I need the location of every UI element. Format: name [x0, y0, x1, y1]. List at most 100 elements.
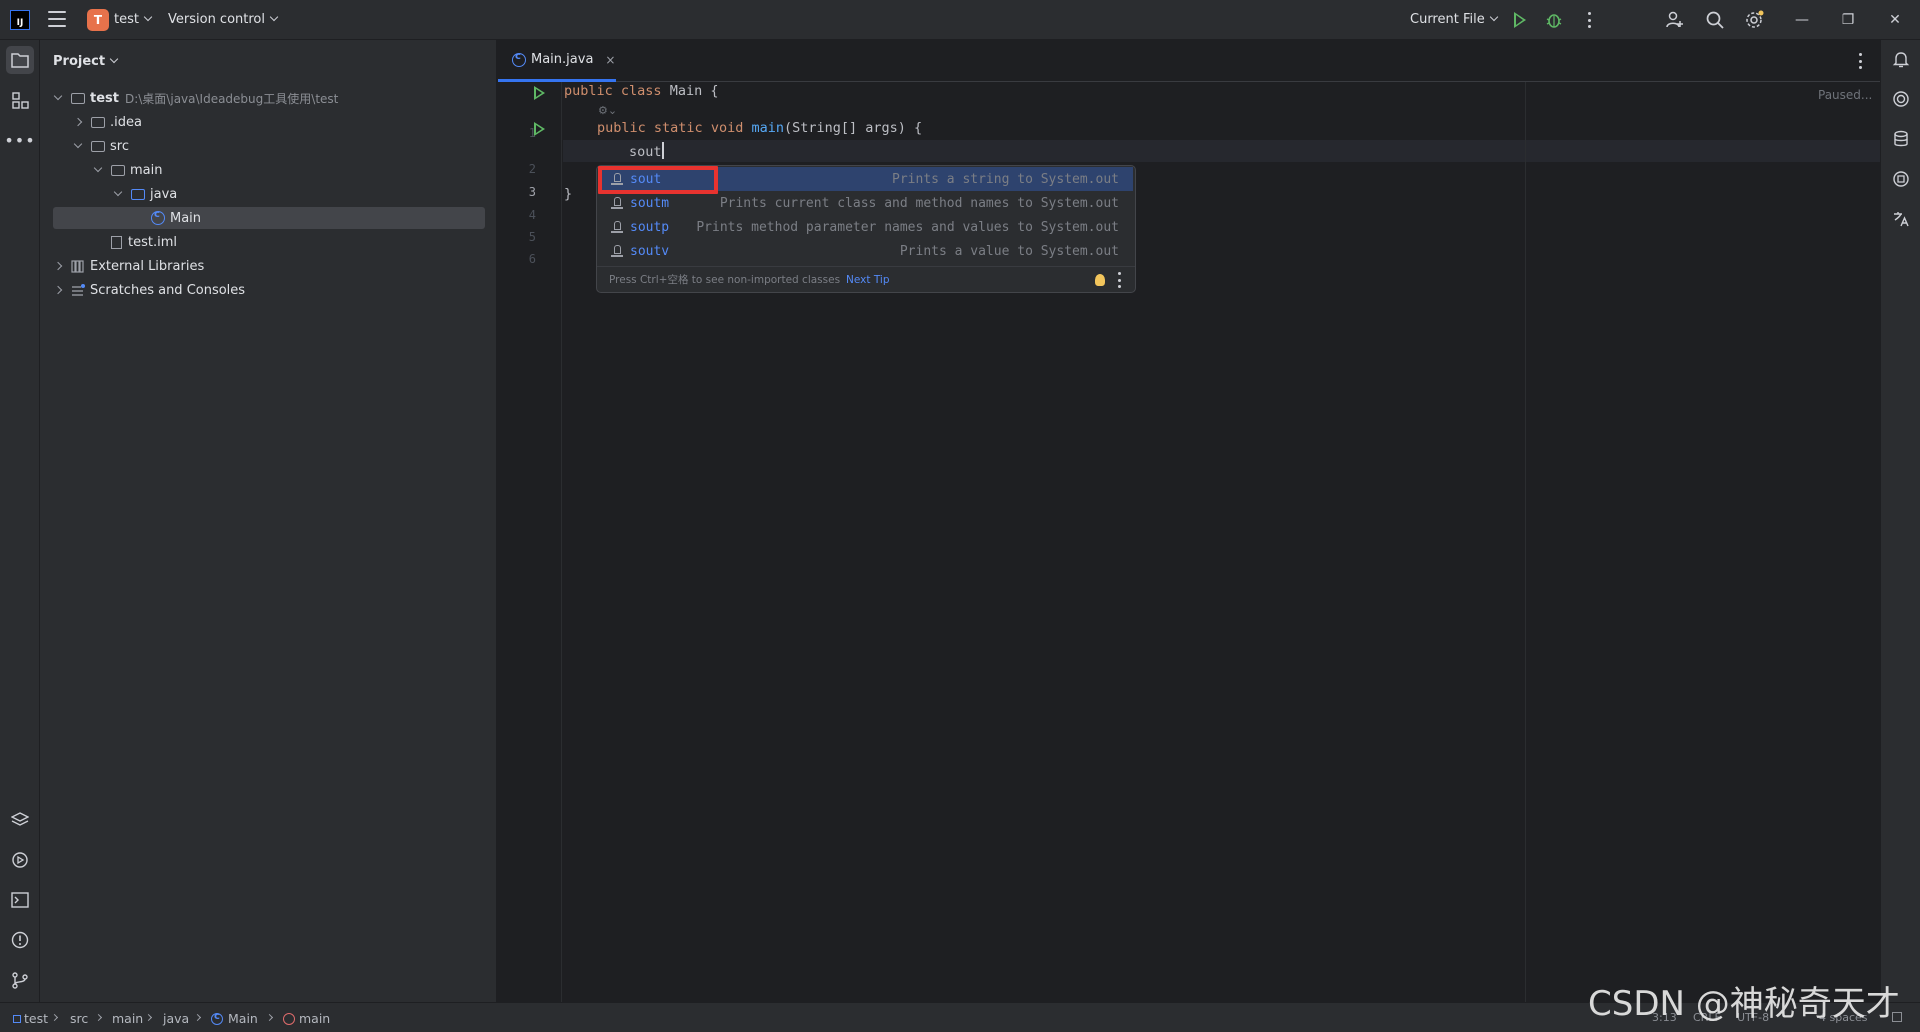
- tree-item-label: .idea: [110, 114, 142, 130]
- breadcrumb-main-class[interactable]: Main: [211, 1011, 258, 1026]
- plugin-icon[interactable]: [1892, 170, 1910, 188]
- lightbulb-icon[interactable]: [1095, 274, 1105, 286]
- ai-assistant-icon[interactable]: [1892, 90, 1910, 108]
- java-class-icon: [151, 209, 165, 225]
- run-icon[interactable]: [1514, 12, 1526, 28]
- tab-options-icon[interactable]: [1858, 53, 1862, 69]
- completion-description: Prints current class and method names to…: [719, 195, 1119, 211]
- tree-item-idea[interactable]: .idea: [73, 111, 142, 133]
- editor-tab-bar: Main.java ×: [498, 40, 1880, 82]
- git-tool-button[interactable]: [6, 966, 34, 994]
- expand-arrow-icon: [93, 163, 103, 173]
- settings-gear-icon[interactable]: [1744, 10, 1764, 30]
- breadcrumb-label: main: [299, 1011, 331, 1026]
- chevron-down-icon: [109, 54, 119, 64]
- notifications-bell-icon[interactable]: [1892, 50, 1910, 68]
- tree-item-external-libraries[interactable]: External Libraries: [53, 255, 205, 277]
- breadcrumb-main[interactable]: main: [112, 1011, 143, 1026]
- main-menu-icon[interactable]: [48, 11, 66, 27]
- java-class-icon: [512, 51, 526, 67]
- project-tool-button[interactable]: [6, 46, 34, 74]
- breadcrumb-label: Main: [228, 1011, 258, 1026]
- tree-item-label: External Libraries: [90, 258, 205, 274]
- breadcrumb-main-method[interactable]: main: [283, 1011, 330, 1026]
- search-icon[interactable]: [1705, 10, 1725, 30]
- method-name: main: [751, 120, 785, 136]
- live-template-icon: [611, 245, 623, 257]
- run-config-selector[interactable]: Current File: [1410, 12, 1498, 27]
- code-line-5[interactable]: }: [564, 186, 572, 202]
- tree-item-java[interactable]: java: [113, 183, 178, 205]
- tree-item-main[interactable]: main: [93, 159, 162, 181]
- breadcrumb-java[interactable]: java: [163, 1011, 189, 1026]
- translate-icon[interactable]: [1892, 210, 1910, 228]
- services-tool-button[interactable]: [6, 846, 34, 874]
- more-tools-button[interactable]: •••: [4, 126, 34, 154]
- tree-item-scratches[interactable]: Scratches and Consoles: [53, 279, 245, 301]
- add-user-icon[interactable]: [1665, 10, 1685, 30]
- gutter-run-class-icon[interactable]: [534, 86, 545, 100]
- code-line-1[interactable]: public class Main {: [564, 83, 718, 99]
- folder-icon: [91, 116, 105, 128]
- folder-icon: [111, 164, 125, 176]
- tab-main-java[interactable]: Main.java ×: [498, 40, 616, 82]
- inlay-hint[interactable]: ⚙⌄: [598, 104, 617, 117]
- restore-icon[interactable]: ❐: [1838, 10, 1858, 30]
- editor-gutter: 1 2 3 4 5 6: [498, 82, 562, 1002]
- tree-item-label: java: [150, 186, 178, 202]
- database-icon[interactable]: [1892, 130, 1910, 148]
- tree-item-src[interactable]: src: [73, 135, 129, 157]
- close-window-icon[interactable]: ✕: [1885, 10, 1905, 30]
- gutter-run-main-icon[interactable]: [534, 122, 545, 136]
- project-switcher[interactable]: test: [114, 12, 153, 27]
- completion-name: soutv: [630, 243, 670, 259]
- tree-item-label: src: [110, 138, 129, 154]
- git-branch-icon: [12, 972, 28, 989]
- completion-options-icon[interactable]: [1117, 272, 1121, 288]
- tree-item-test-root[interactable]: test D:\桌面\java\Ideadebug工具使用\test: [53, 87, 338, 109]
- live-template-icon: [611, 197, 623, 209]
- more-actions-icon[interactable]: [1587, 12, 1591, 28]
- debug-icon[interactable]: [1546, 11, 1562, 29]
- breadcrumb-test[interactable]: test: [13, 1011, 48, 1026]
- code-text: (String[] args) {: [784, 120, 923, 136]
- project-name: test: [114, 12, 139, 27]
- structure-tool-button[interactable]: [6, 86, 34, 114]
- keyword: void: [710, 120, 744, 136]
- watermark: CSDN @神秘奇天才: [1588, 984, 1900, 1024]
- completion-item[interactable]: soutp Prints method parameter names and …: [599, 215, 1133, 239]
- breadcrumb-src[interactable]: src: [70, 1011, 88, 1026]
- tab-close-icon[interactable]: ×: [605, 53, 615, 67]
- chevron-down-icon: [143, 12, 153, 22]
- code-line-3[interactable]: sout: [629, 142, 664, 160]
- collapse-arrow-icon: [53, 261, 63, 271]
- completion-footer: Press Ctrl+空格 to see non-imported classe…: [597, 266, 1135, 292]
- iml-file-icon: [111, 235, 122, 249]
- breadcrumb-separator-icon: [94, 1013, 103, 1022]
- minimize-icon[interactable]: —: [1792, 10, 1812, 30]
- collapse-arrow-icon: [53, 285, 63, 295]
- breadcrumb-separator-icon: [144, 1013, 153, 1022]
- chevron-down-icon: [269, 12, 279, 22]
- layers-tool-button[interactable]: [6, 806, 34, 834]
- breadcrumb-separator-icon: [265, 1013, 274, 1022]
- next-tip-link[interactable]: Next Tip: [846, 274, 889, 286]
- tree-item-test-iml[interactable]: test.iml: [95, 231, 177, 253]
- module-icon: [13, 1015, 21, 1023]
- keyword: public: [597, 120, 646, 136]
- project-panel-title[interactable]: Project: [53, 54, 119, 69]
- tree-item-main-class[interactable]: Main: [53, 207, 485, 229]
- version-control-menu[interactable]: Version control: [168, 12, 279, 27]
- line-number: 6: [528, 252, 536, 266]
- problems-tool-button[interactable]: [6, 926, 34, 954]
- terminal-tool-button[interactable]: [6, 886, 34, 914]
- code-line-2[interactable]: public static void main(String[] args) {: [597, 120, 922, 136]
- app-logo-icon[interactable]: IJ: [10, 10, 30, 30]
- tab-label: Main.java: [531, 52, 594, 67]
- completion-item[interactable]: soutm Prints current class and method na…: [599, 191, 1133, 215]
- version-control-label: Version control: [168, 12, 265, 27]
- live-template-icon: [611, 221, 623, 233]
- breadcrumb-separator-icon: [50, 1013, 59, 1022]
- project-badge[interactable]: T: [87, 9, 109, 31]
- completion-item[interactable]: soutv Prints a value to System.out: [599, 239, 1133, 263]
